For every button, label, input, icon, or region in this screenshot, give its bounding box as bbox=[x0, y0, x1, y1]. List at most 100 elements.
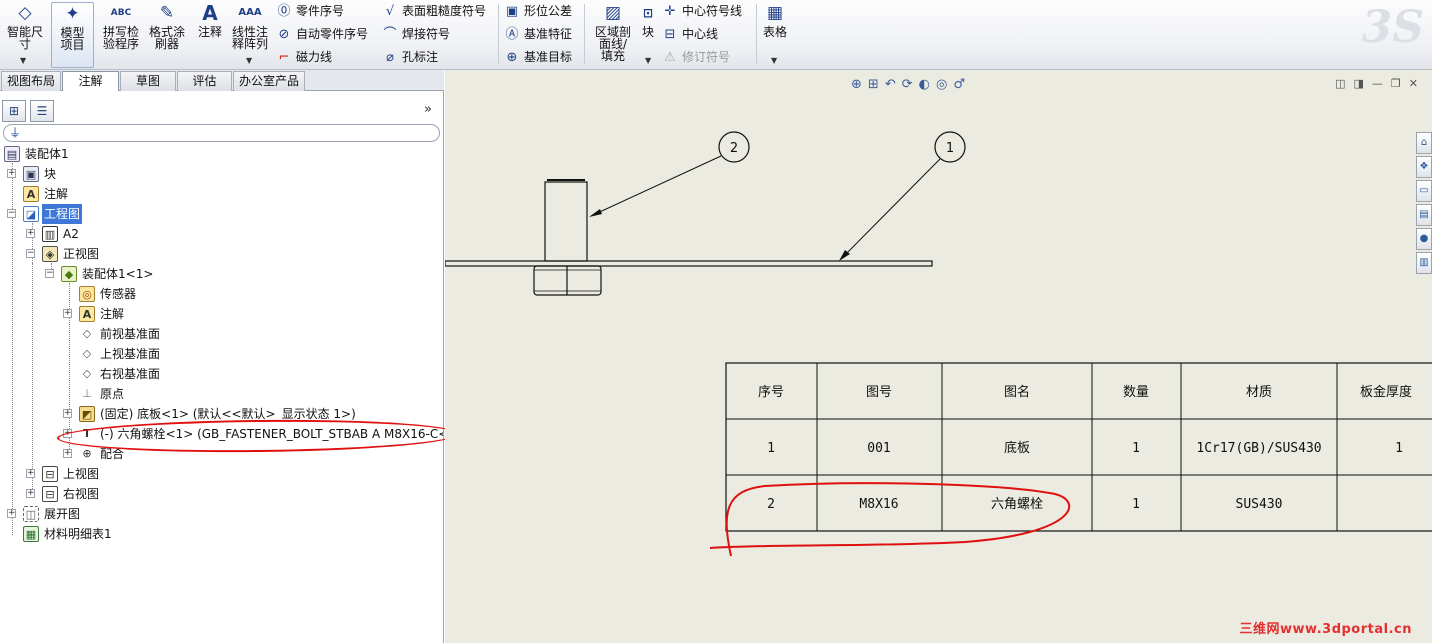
datum-target-icon: ⊕ bbox=[506, 50, 518, 65]
bom-cell: 001 bbox=[867, 441, 890, 456]
weld-symbol-button[interactable]: ⌒ 焊接符号 bbox=[382, 24, 450, 44]
origin-icon: ⊥ bbox=[82, 387, 92, 400]
datum-target-button[interactable]: ⊕ 基准目标 bbox=[504, 47, 572, 67]
collapse-toggle-icon[interactable]: − bbox=[45, 269, 54, 278]
bom-cell: 1 bbox=[1132, 497, 1140, 512]
revision-symbol-icon: ⚠ bbox=[664, 50, 676, 65]
format-painter-button[interactable]: ✎ 格式涂刷器 bbox=[146, 2, 188, 50]
projected-view-icon: ⊟ bbox=[42, 486, 58, 502]
bom-cell: 2 bbox=[767, 497, 775, 512]
bom-cell: SUS430 bbox=[1236, 497, 1283, 512]
linear-pattern-icon: AAA bbox=[238, 7, 262, 18]
tree-connector bbox=[32, 263, 33, 495]
expand-toggle-icon[interactable]: + bbox=[26, 489, 35, 498]
chevron-down-icon[interactable]: ▼ bbox=[246, 56, 252, 65]
bom-table[interactable]: 序号 图号 图名 数量 材质 板金厚度 1 001 底板 1 1Cr17(GB)… bbox=[725, 362, 1432, 532]
tab-annotation[interactable]: 注解 bbox=[62, 71, 119, 92]
bom-header-part-name: 图名 bbox=[1004, 384, 1030, 400]
chevron-down-icon[interactable]: ▼ bbox=[20, 56, 26, 65]
magnet-icon: ⌐ bbox=[278, 50, 290, 65]
smart-dimension-icon: ◇ bbox=[18, 3, 32, 23]
centerline-button[interactable]: ⊟ 中心线 bbox=[662, 24, 718, 44]
balloon-1-label: 1 bbox=[946, 141, 954, 156]
expand-toggle-icon[interactable]: + bbox=[7, 509, 16, 518]
chevron-down-icon[interactable]: ▼ bbox=[645, 56, 651, 65]
expand-toggle-icon[interactable]: + bbox=[26, 229, 35, 238]
auto-balloon-button[interactable]: ⊘ 自动零件序号 bbox=[276, 24, 368, 44]
geometric-tolerance-button[interactable]: ▣ 形位公差 bbox=[504, 1, 572, 21]
property-manager-tab-icon[interactable]: ☰ bbox=[30, 100, 54, 122]
balloon-2-leader bbox=[590, 155, 722, 217]
surface-finish-icon: √ bbox=[385, 4, 395, 19]
linear-note-pattern-button[interactable]: AAA 线性注释阵列 bbox=[230, 2, 270, 50]
bom-table-border bbox=[725, 362, 1432, 532]
bom-header-item-no: 序号 bbox=[758, 385, 784, 400]
sheet-format-icon: ▥ bbox=[42, 226, 58, 242]
filter-icon: ⏚ bbox=[9, 126, 22, 140]
drawing-sheet-graphics: 2 1 序号 图号 图名 数量 材质 板金厚度 1 001 底板 1 1Cr17… bbox=[445, 131, 1432, 557]
note-button[interactable]: A 注释 bbox=[192, 2, 228, 38]
area-hatch-button[interactable]: ▨ 区域剖面线/填充 bbox=[590, 2, 636, 62]
bom-cell: 六角螺栓 bbox=[991, 497, 1043, 512]
ribbon-separator bbox=[498, 4, 499, 64]
collapse-toggle-icon[interactable]: − bbox=[26, 249, 35, 258]
bom-header-quantity: 数量 bbox=[1123, 385, 1149, 400]
tree-filter-input[interactable]: ⏚ bbox=[3, 124, 440, 142]
model-items-icon: ✦ bbox=[65, 4, 80, 24]
ribbon-separator bbox=[756, 4, 757, 64]
table-button[interactable]: ▦ 表格 bbox=[760, 2, 790, 38]
feature-manager-tab-icon[interactable]: ⊞ bbox=[2, 100, 26, 122]
red-highlight-stroke bbox=[709, 482, 1071, 557]
feature-manager-panel: ⊞ ☰ » ⏚ ▤ 装配体1 + ▣ 块 A 注解 − ◪ 工程图 + ▥ A2… bbox=[0, 91, 444, 643]
chevron-down-icon[interactable]: ▼ bbox=[771, 56, 777, 65]
bom-header-material: 材质 bbox=[1246, 385, 1272, 400]
balloon-button[interactable]: ⓪ 零件序号 bbox=[276, 1, 344, 21]
base-plate-outline[interactable] bbox=[445, 260, 933, 267]
command-tabs: 视图布局 注解 草图 评估 办公室产品 bbox=[0, 70, 444, 92]
spell-checker-button[interactable]: ABC 拼写检验程序 bbox=[98, 2, 144, 50]
bolt-shank-outline[interactable] bbox=[544, 181, 588, 262]
hatch-icon: ▨ bbox=[604, 3, 622, 23]
datum-feature-button[interactable]: Ⓐ 基准特征 bbox=[504, 24, 572, 44]
sensor-icon: ◎ bbox=[79, 286, 95, 302]
collapse-panel-icon[interactable]: » bbox=[424, 102, 432, 117]
expand-toggle-icon[interactable]: + bbox=[26, 469, 35, 478]
collapse-toggle-icon[interactable]: − bbox=[7, 209, 16, 218]
block-icon: ⊡ bbox=[642, 6, 654, 20]
hole-callout-button[interactable]: ⌀ 孔标注 bbox=[382, 47, 438, 67]
bom-cell: 1Cr17(GB)/SUS430 bbox=[1196, 441, 1321, 456]
expand-toggle-icon[interactable]: + bbox=[63, 309, 72, 318]
surface-finish-button[interactable]: √ 表面粗糙度符号 bbox=[382, 1, 486, 21]
tab-view-layout[interactable]: 视图布局 bbox=[1, 71, 61, 91]
expand-toggle-icon[interactable]: + bbox=[63, 409, 72, 418]
mates-icon: ⊕ bbox=[82, 447, 92, 460]
balloon-icon: ⓪ bbox=[277, 4, 291, 19]
model-items-button[interactable]: ✦ 模型项目 bbox=[51, 2, 94, 68]
tab-office-products[interactable]: 办公室产品 bbox=[233, 71, 305, 91]
bom-cell: 1 bbox=[1395, 441, 1403, 456]
bom-cell: M8X16 bbox=[859, 497, 898, 512]
revision-symbol-button[interactable]: ⚠ 修订符号 bbox=[662, 47, 730, 67]
balloon-2-arrowhead bbox=[589, 209, 602, 217]
hole-callout-icon: ⌀ bbox=[386, 50, 394, 65]
magnetic-line-button[interactable]: ⌐ 磁力线 bbox=[276, 47, 332, 67]
drawing-canvas[interactable]: ⊕⊞↶⟳◐◎♂ ◫◨—❐✕ ⌂ ❖ ▭ ▤ ● ▥ 2 1 序号 图号 图名 数… bbox=[445, 70, 1432, 643]
bom-header-part-no: 图号 bbox=[866, 385, 892, 400]
balloon-1-leader bbox=[840, 158, 941, 260]
centerline-icon: ⊟ bbox=[664, 27, 676, 42]
solidworks-logo-icon: 3S bbox=[1361, 2, 1424, 53]
smart-dimension-button[interactable]: ◇ 智能尺寸 bbox=[3, 2, 47, 50]
tab-sketch[interactable]: 草图 bbox=[120, 71, 176, 91]
note-icon: A bbox=[202, 1, 218, 25]
projected-view-icon: ⊟ bbox=[42, 466, 58, 482]
expand-toggle-icon[interactable]: + bbox=[7, 169, 16, 178]
expand-toggle-icon[interactable]: + bbox=[63, 449, 72, 458]
block-button[interactable]: ⊡ 块 bbox=[638, 2, 658, 38]
balloon-2-label: 2 bbox=[730, 141, 738, 156]
plane-icon: ◇ bbox=[82, 367, 92, 380]
center-mark-button[interactable]: ✛ 中心符号线 bbox=[662, 1, 742, 21]
tab-evaluate[interactable]: 评估 bbox=[177, 71, 232, 91]
geometric-tolerance-icon: ▣ bbox=[505, 4, 519, 19]
plane-icon: ◇ bbox=[82, 327, 92, 340]
plane-icon: ◇ bbox=[82, 347, 92, 360]
